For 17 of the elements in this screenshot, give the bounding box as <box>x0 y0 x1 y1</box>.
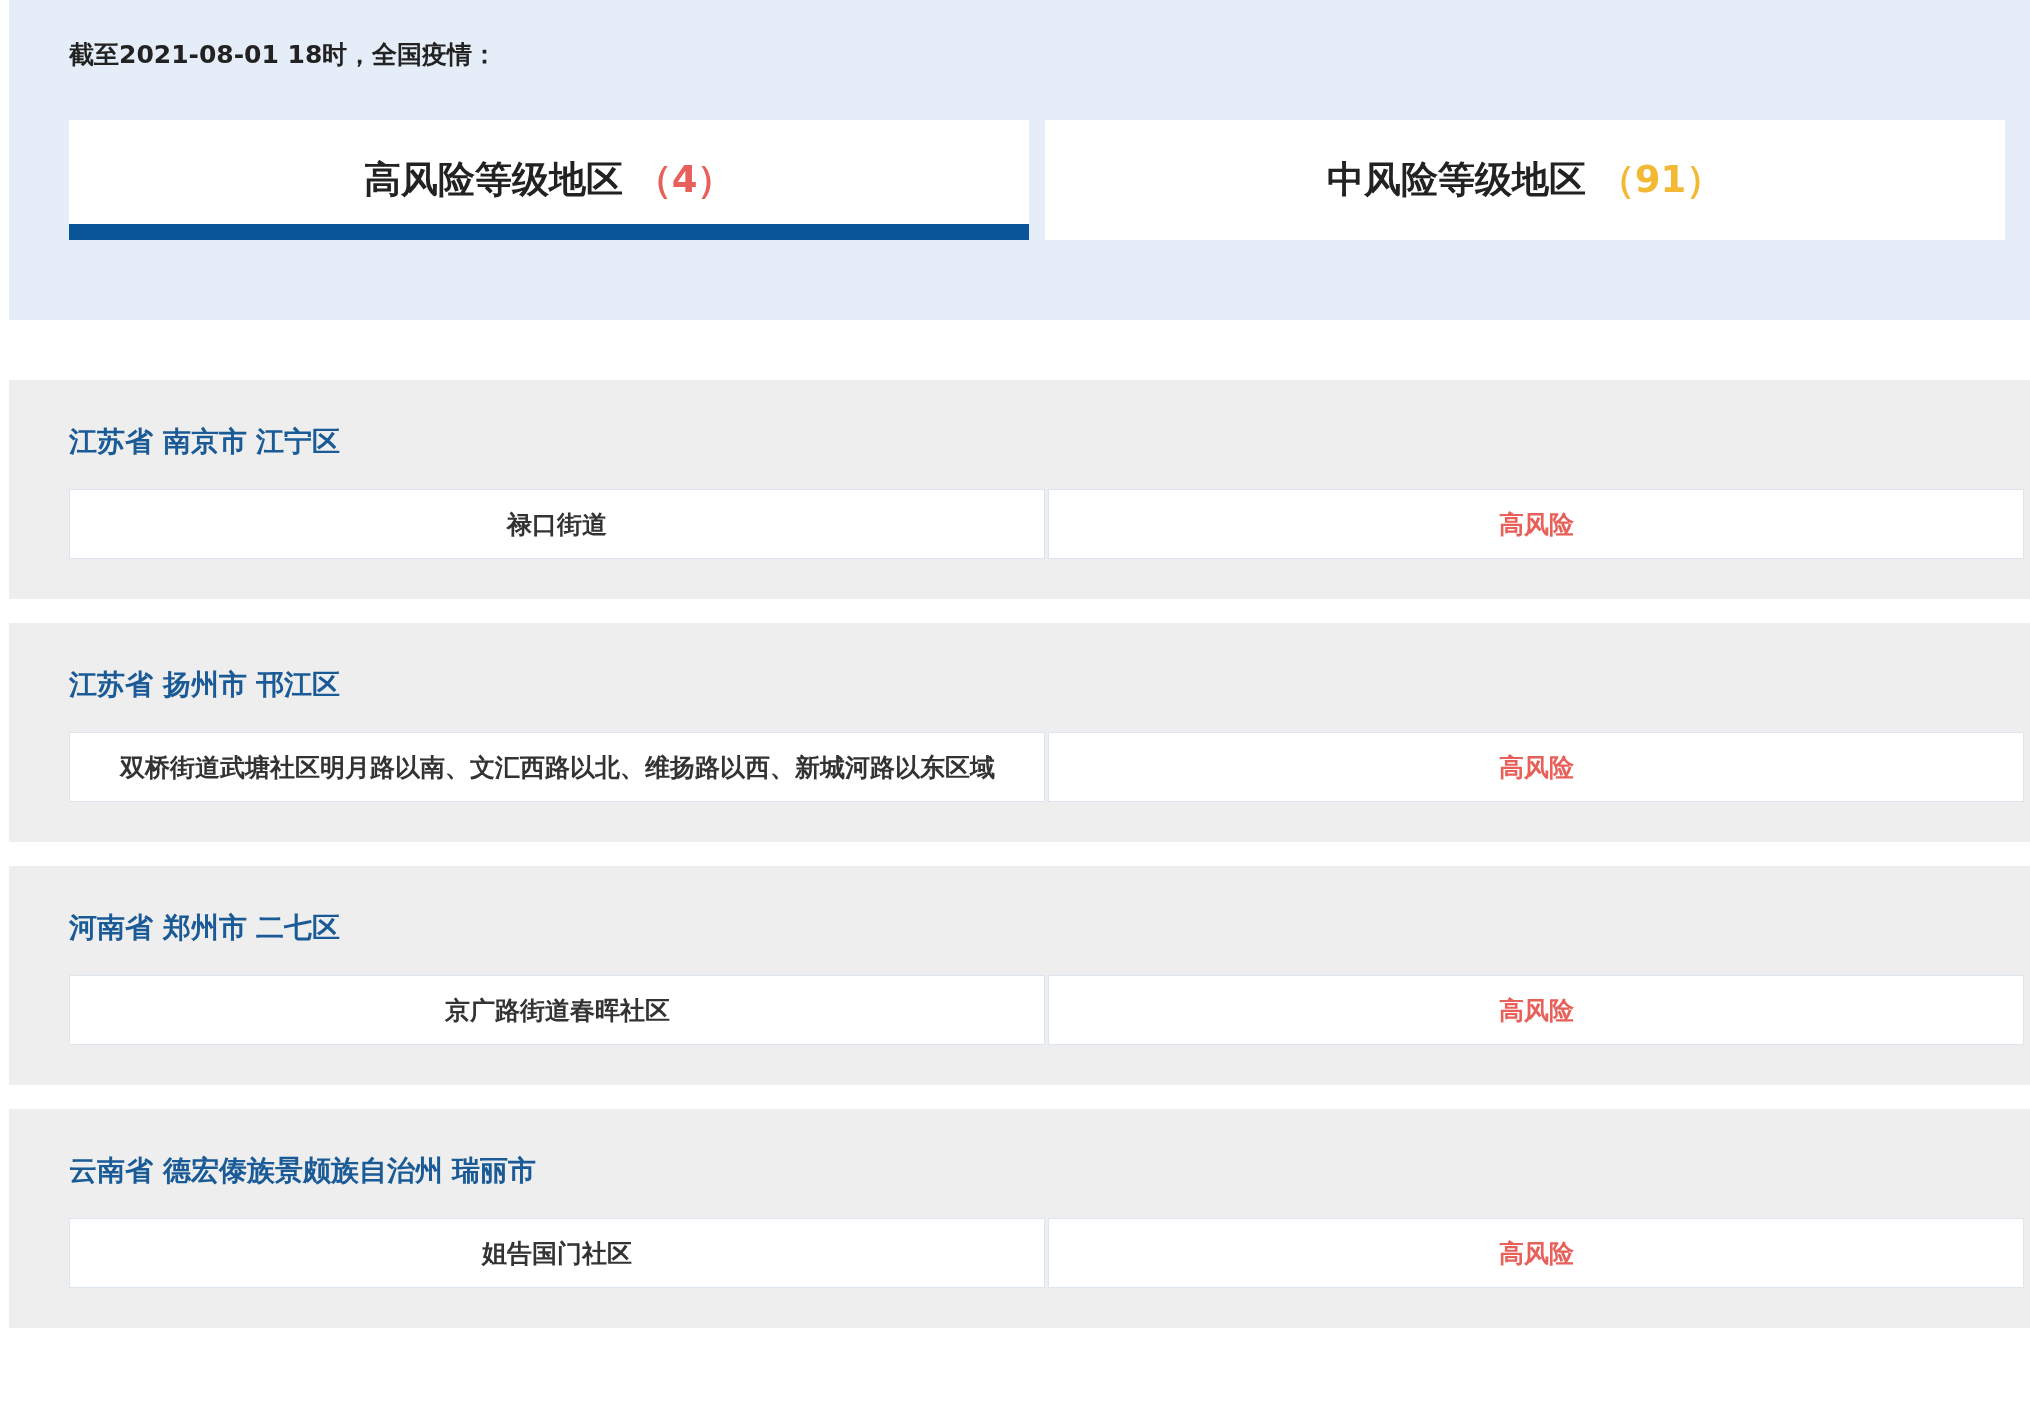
page-title: 截至2021-08-01 18时，全国疫情： <box>69 39 499 71</box>
region-heading: 河南省 郑州市 二七区 <box>69 912 342 944</box>
tab-count: （91） <box>1597 157 1724 203</box>
risk-tab[interactable]: 高风险等级地区 （4） <box>69 120 1029 240</box>
risk-cell: 高风险 <box>1048 489 2024 559</box>
risk-cell: 高风险 <box>1048 975 2024 1045</box>
risk-tab[interactable]: 中风险等级地区 （91） <box>1045 120 2005 240</box>
area-cell: 双桥街道武塘社区明月路以南、文汇西路以北、维扬路以西、新城河路以东区域 <box>69 732 1045 802</box>
region-heading: 江苏省 扬州市 邗江区 <box>69 669 342 701</box>
area-cell: 姐告国门社区 <box>69 1218 1045 1288</box>
region-heading: 云南省 德宏傣族景颇族自治州 瑞丽市 <box>69 1155 538 1187</box>
tab-count: （4） <box>634 157 735 203</box>
region-heading: 江苏省 南京市 江宁区 <box>69 426 342 458</box>
risk-cell: 高风险 <box>1048 732 2024 802</box>
risk-cell: 高风险 <box>1048 1218 2024 1288</box>
area-cell: 禄口街道 <box>69 489 1045 559</box>
area-cell: 京广路街道春晖社区 <box>69 975 1045 1045</box>
